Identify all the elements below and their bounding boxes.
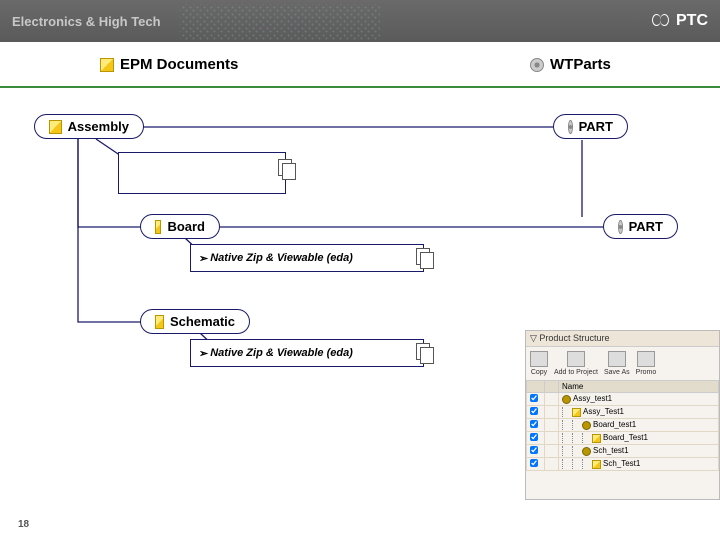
gear-icon [530,58,544,72]
row-checkbox[interactable] [530,459,538,467]
epm-section-label: EPM Documents [100,56,238,73]
save-icon [608,351,626,367]
structure-table: Name Assy_test1Assy_Test1Board_test1Boar… [526,380,719,471]
document-icon [592,460,601,469]
assembly-attachment-box [118,152,286,194]
gear-icon [618,220,623,234]
wtparts-section-label: WTParts [530,56,611,73]
document-icon [592,434,601,443]
logo: PTC [652,11,708,31]
table-row[interactable]: Sch_test1 [527,445,719,458]
tool-promo[interactable]: Promo [636,351,657,376]
schematic-label: Schematic [170,314,235,329]
gear-icon [562,395,571,404]
schematic-attach-text: Native Zip & Viewable (eda) [210,347,353,359]
copy-icon [530,351,548,367]
wtparts-label-text: WTParts [550,56,611,73]
logo-icon [652,11,672,31]
tool-save[interactable]: Save As [604,351,630,376]
product-structure-panel: ▽ Product Structure Copy Add to Project … [525,330,720,500]
document-icon [155,220,161,234]
add-icon [567,351,585,367]
header-title: Electronics & High Tech [12,14,161,29]
table-row[interactable]: Board_Test1 [527,432,719,445]
slide-number: 18 [18,519,29,530]
document-icon [100,58,114,72]
assembly-node: Assembly [34,114,144,139]
document-icon [49,120,62,134]
tool-add[interactable]: Add to Project [554,351,598,376]
inset-title-text: Product Structure [539,333,609,343]
row-checkbox[interactable] [530,446,538,454]
table-row[interactable]: Assy_Test1 [527,406,719,419]
row-checkbox[interactable] [530,433,538,441]
row-checkbox[interactable] [530,407,538,415]
board-node: Board [140,214,220,239]
board-attach-text: Native Zip & Viewable (eda) [210,252,353,264]
part1-label: PART [579,119,613,134]
divider-line [0,86,720,88]
table-row[interactable]: Sch_Test1 [527,458,719,471]
header-bar: Electronics & High Tech PTC [0,0,720,42]
part2-label: PART [629,219,663,234]
copy-icon [278,159,296,179]
chevron-icon: ➢ [199,252,208,265]
promo-icon [637,351,655,367]
inset-title: ▽ Product Structure [526,331,719,347]
schematic-attachment-box: ➢ Native Zip & Viewable (eda) [190,339,424,367]
table-row[interactable]: Board_test1 [527,419,719,432]
header-decoration [180,4,380,40]
row-checkbox[interactable] [530,394,538,402]
gear-icon [582,421,591,430]
tool-copy[interactable]: Copy [530,351,548,376]
copy-icon [416,343,434,363]
col-name: Name [559,381,719,393]
assembly-label: Assembly [68,119,129,134]
chevron-icon: ➢ [199,347,208,360]
inset-toolbar: Copy Add to Project Save As Promo [526,347,719,380]
part-node-2: PART [603,214,678,239]
document-icon [572,408,581,417]
gear-icon [582,447,591,456]
board-label: Board [167,219,205,234]
copy-icon [416,248,434,268]
row-checkbox[interactable] [530,420,538,428]
slide-content: EPM Documents WTParts Assembly PART Boar… [0,42,720,540]
board-attachment-box: ➢ Native Zip & Viewable (eda) [190,244,424,272]
table-row[interactable]: Assy_test1 [527,393,719,406]
logo-text: PTC [676,12,708,30]
gear-icon [568,120,573,134]
epm-label-text: EPM Documents [120,56,238,73]
document-icon [155,315,164,329]
schematic-node: Schematic [140,309,250,334]
part-node-1: PART [553,114,628,139]
